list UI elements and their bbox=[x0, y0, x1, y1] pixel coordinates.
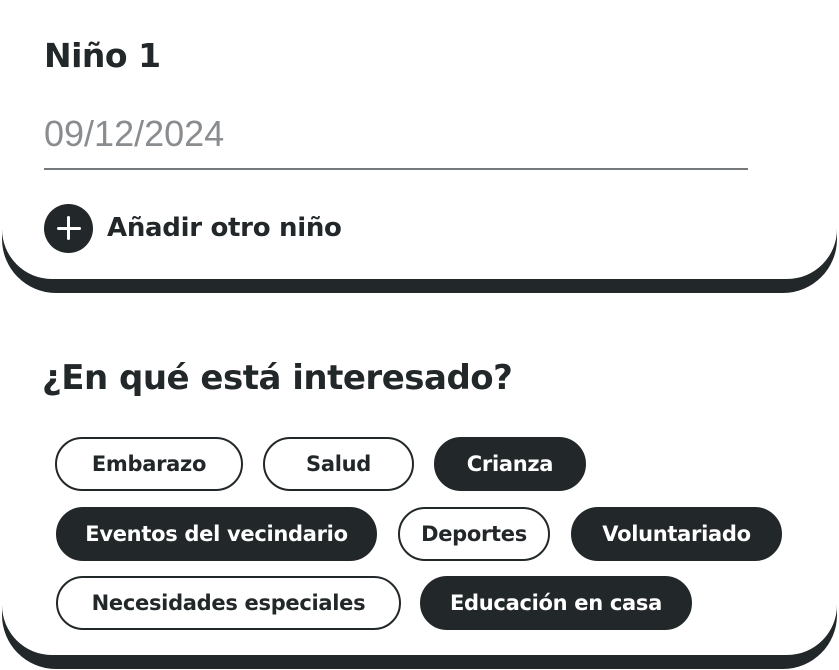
chip-deportes[interactable]: Deportes bbox=[398, 507, 550, 561]
birthdate-input[interactable] bbox=[44, 108, 744, 160]
chip-label: Crianza bbox=[466, 452, 554, 476]
add-child-button[interactable]: Añadir otro niño bbox=[44, 203, 342, 253]
chip-label: Necesidades especiales bbox=[91, 591, 366, 615]
chip-crianza[interactable]: Crianza bbox=[434, 437, 586, 491]
child-card-shadow: Niño 1 Añadir otro niño bbox=[2, 0, 837, 293]
chip-eventos-del-vecindario[interactable]: Eventos del vecindario bbox=[56, 507, 377, 561]
chip-necesidades-especiales[interactable]: Necesidades especiales bbox=[56, 576, 401, 630]
chip-label: Embarazo bbox=[91, 452, 207, 476]
chip-label: Educación en casa bbox=[450, 591, 662, 615]
chip-embarazo[interactable]: Embarazo bbox=[55, 437, 243, 491]
add-child-label: Añadir otro niño bbox=[107, 213, 342, 243]
chip-salud[interactable]: Salud bbox=[263, 437, 414, 491]
interests-card: ¿En qué está interesado? Embarazo Salud … bbox=[2, 300, 837, 655]
plus-circle-icon bbox=[44, 203, 93, 253]
child-card: Niño 1 Añadir otro niño bbox=[2, 0, 837, 279]
chip-educacion-en-casa[interactable]: Educación en casa bbox=[420, 576, 692, 630]
birthdate-field bbox=[44, 104, 748, 170]
chip-label: Deportes bbox=[421, 522, 527, 546]
interests-title: ¿En qué está interesado? bbox=[42, 358, 513, 398]
child-title: Niño 1 bbox=[44, 36, 161, 75]
interests-card-shadow: ¿En qué está interesado? Embarazo Salud … bbox=[2, 300, 837, 669]
chip-label: Voluntariado bbox=[602, 522, 751, 546]
chip-voluntariado[interactable]: Voluntariado bbox=[571, 507, 782, 561]
chip-label: Eventos del vecindario bbox=[85, 522, 348, 546]
page: Niño 1 Añadir otro niño ¿En qué está int… bbox=[0, 0, 839, 670]
chip-label: Salud bbox=[306, 452, 371, 476]
